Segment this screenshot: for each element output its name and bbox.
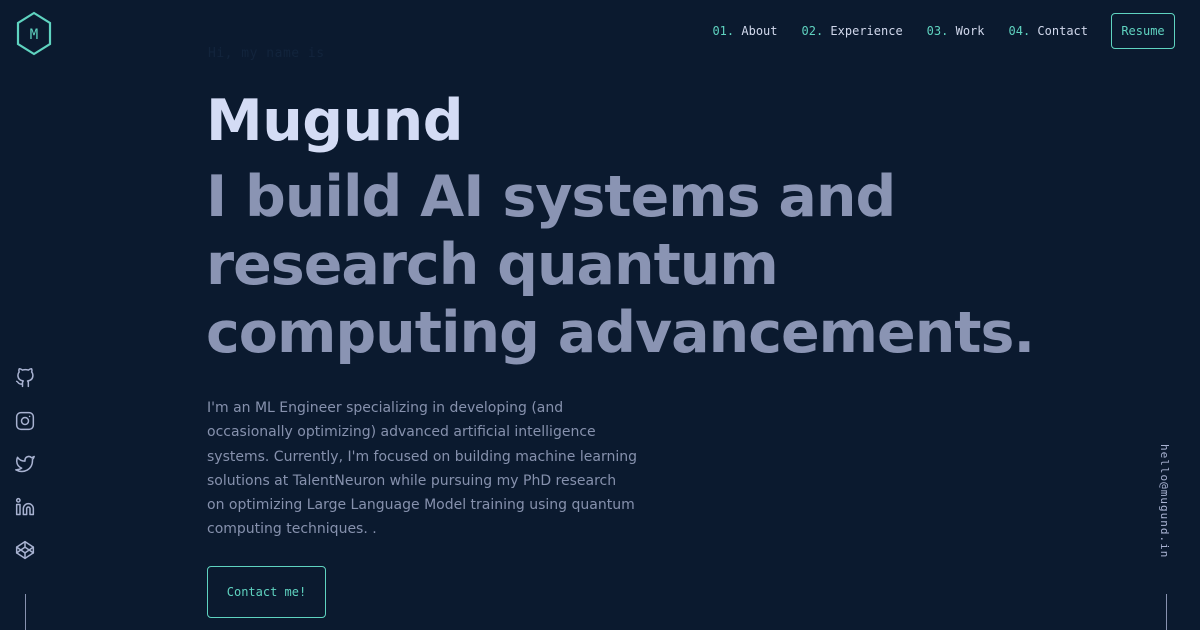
twitter-link[interactable]	[15, 454, 35, 474]
hero-description: I'm an ML Engineer specializing in devel…	[207, 400, 637, 538]
github-link[interactable]	[15, 368, 35, 388]
nav-item-label: About	[741, 24, 778, 38]
main-nav: 01. About 02. Experience 03. Work 04. Co…	[712, 13, 1175, 49]
github-icon	[15, 368, 34, 388]
codepen-link[interactable]	[15, 540, 35, 560]
nav-item-work[interactable]: 03. Work	[927, 24, 985, 38]
codepen-icon	[15, 540, 35, 560]
nav-item-label: Experience	[830, 24, 903, 38]
nav-item-label: Work	[955, 24, 985, 38]
logo-letter: M	[30, 27, 38, 43]
logo[interactable]: M	[16, 11, 52, 57]
nav-item-about[interactable]: 01. About	[712, 24, 777, 38]
nav-item-label: Contact	[1037, 24, 1088, 38]
nav-item-number: 04.	[1008, 24, 1031, 38]
twitter-icon	[15, 455, 35, 473]
linkedin-icon	[15, 497, 35, 516]
instagram-link[interactable]	[15, 411, 35, 431]
instagram-icon	[15, 411, 35, 431]
contact-me-button[interactable]: Contact me!	[207, 566, 326, 618]
nav-item-experience[interactable]: 02. Experience	[802, 24, 903, 38]
hexagon-logo-icon: M	[16, 11, 52, 56]
nav-item-number: 02.	[801, 24, 824, 38]
nav-item-number: 01.	[712, 24, 735, 38]
hero-tagline: I build AI systems and research quantum …	[206, 164, 1035, 366]
hero-intro: Hi, my name is	[208, 46, 325, 61]
email-divider-line	[1166, 594, 1167, 630]
nav-item-number: 03.	[926, 24, 949, 38]
page: M 01. About 02. Experience 03. Work 04. …	[0, 0, 1200, 630]
hero-name: Mugund	[206, 88, 464, 154]
social-divider-line	[25, 594, 26, 630]
nav-item-contact[interactable]: 04. Contact	[1009, 24, 1089, 38]
email-link[interactable]: hello@mugund.in	[1158, 444, 1171, 558]
linkedin-link[interactable]	[15, 497, 35, 517]
social-links	[15, 368, 37, 583]
resume-button[interactable]: Resume	[1111, 13, 1175, 49]
